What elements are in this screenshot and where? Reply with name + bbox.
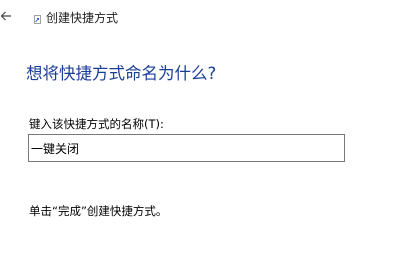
shortcut-icon: [34, 15, 41, 24]
window-title: 创建快捷方式: [46, 11, 119, 25]
back-arrow-icon[interactable]: [0, 10, 12, 22]
create-shortcut-window: 创建快捷方式 想将快捷方式命名为什么? 键入该快捷方式的名称(T): 单击“完成…: [0, 0, 411, 266]
shortcut-name-input[interactable]: [28, 134, 345, 162]
finish-instruction: 单击“完成”创建快捷方式。: [29, 204, 168, 218]
name-field-label: 键入该快捷方式的名称(T):: [29, 117, 164, 131]
title-bar: 创建快捷方式: [0, 6, 411, 28]
page-heading: 想将快捷方式命名为什么?: [26, 64, 217, 83]
